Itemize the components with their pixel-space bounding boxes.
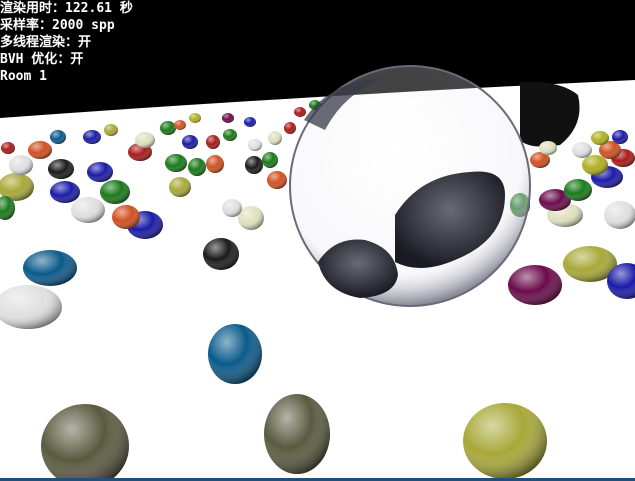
sphere-shading	[262, 152, 278, 168]
render-time-label: 渲染用时	[0, 1, 53, 16]
sphere-shading	[267, 171, 287, 189]
render-time-separator: ：	[52, 1, 66, 16]
sphere-shading	[248, 139, 262, 151]
sphere-shading	[9, 155, 33, 175]
sphere-shading	[135, 132, 155, 148]
sphere-shading	[165, 154, 187, 172]
sphere-shading	[87, 162, 113, 182]
sample-rate-separator: ：	[39, 18, 53, 33]
sphere-shading	[100, 180, 130, 204]
sphere-shading	[222, 113, 234, 123]
sphere-shading	[188, 158, 206, 176]
sphere-shading	[463, 403, 547, 479]
multithread-separator: ：	[65, 35, 79, 50]
sample-rate-label: 采样率	[0, 18, 40, 33]
render-time-row: 渲染用时： 122.61 秒	[0, 0, 133, 17]
glass-sphere	[289, 65, 531, 307]
multithread-row: 多线程渲染：开	[0, 34, 133, 51]
sphere-shading	[264, 394, 330, 474]
sphere-shading	[174, 120, 186, 130]
sphere-shading	[50, 130, 66, 144]
sphere-shading	[104, 124, 118, 136]
render-stats-overlay: 渲染用时： 122.61 秒 采样率： 2000 spp 多线程渲染：开 BVH 优…	[0, 0, 133, 85]
sphere-shading	[83, 130, 101, 144]
multithread-value: 开	[78, 35, 92, 50]
sphere-shading	[203, 238, 239, 270]
sphere-shading	[508, 265, 562, 305]
sphere-shading	[564, 179, 592, 201]
sphere-shading	[28, 141, 52, 159]
sphere-shading	[284, 122, 296, 134]
sphere-shading	[223, 129, 237, 141]
render-time-value: 122.61 秒	[65, 1, 133, 16]
sphere-shading	[572, 142, 592, 158]
bvh-value: 开	[70, 52, 84, 67]
sphere-shading	[206, 155, 224, 173]
sphere-shading	[294, 107, 306, 117]
sphere-shading	[71, 197, 105, 223]
sample-rate-value: 2000 spp	[52, 18, 115, 33]
render-viewport: 渲染用时： 122.61 秒 采样率： 2000 spp 多线程渲染：开 BVH 优…	[0, 0, 635, 481]
sphere-shading	[539, 141, 557, 155]
sphere-shading	[245, 156, 263, 174]
sphere-shading	[206, 135, 220, 149]
sphere-shading	[160, 121, 176, 135]
sphere-shading	[50, 181, 80, 203]
bvh-label: BVH 优化	[0, 52, 58, 67]
bvh-separator: ：	[57, 52, 71, 67]
sphere-shading	[612, 130, 628, 144]
sphere-shading	[591, 131, 609, 145]
sphere-shading	[182, 135, 198, 149]
sphere-shading	[268, 131, 282, 145]
sphere-shading	[582, 155, 608, 175]
sphere-shading	[189, 113, 201, 123]
sphere-shading	[169, 177, 191, 197]
scene-name: Room 1	[0, 69, 47, 84]
sphere-shading	[222, 199, 242, 217]
sphere-shading	[112, 205, 140, 229]
sample-rate-row: 采样率： 2000 spp	[0, 17, 133, 34]
sphere-shading	[604, 201, 635, 229]
sphere-shading	[238, 206, 264, 230]
bvh-row: BVH 优化：开	[0, 51, 133, 68]
multithread-label: 多线程渲染	[0, 35, 66, 50]
scene-name-row: Room 1	[0, 68, 133, 85]
sphere-shading	[1, 142, 15, 154]
sphere-shading	[244, 117, 256, 127]
sphere-shading	[208, 324, 262, 384]
sphere-shading	[48, 159, 74, 179]
sphere-shading	[23, 250, 77, 286]
